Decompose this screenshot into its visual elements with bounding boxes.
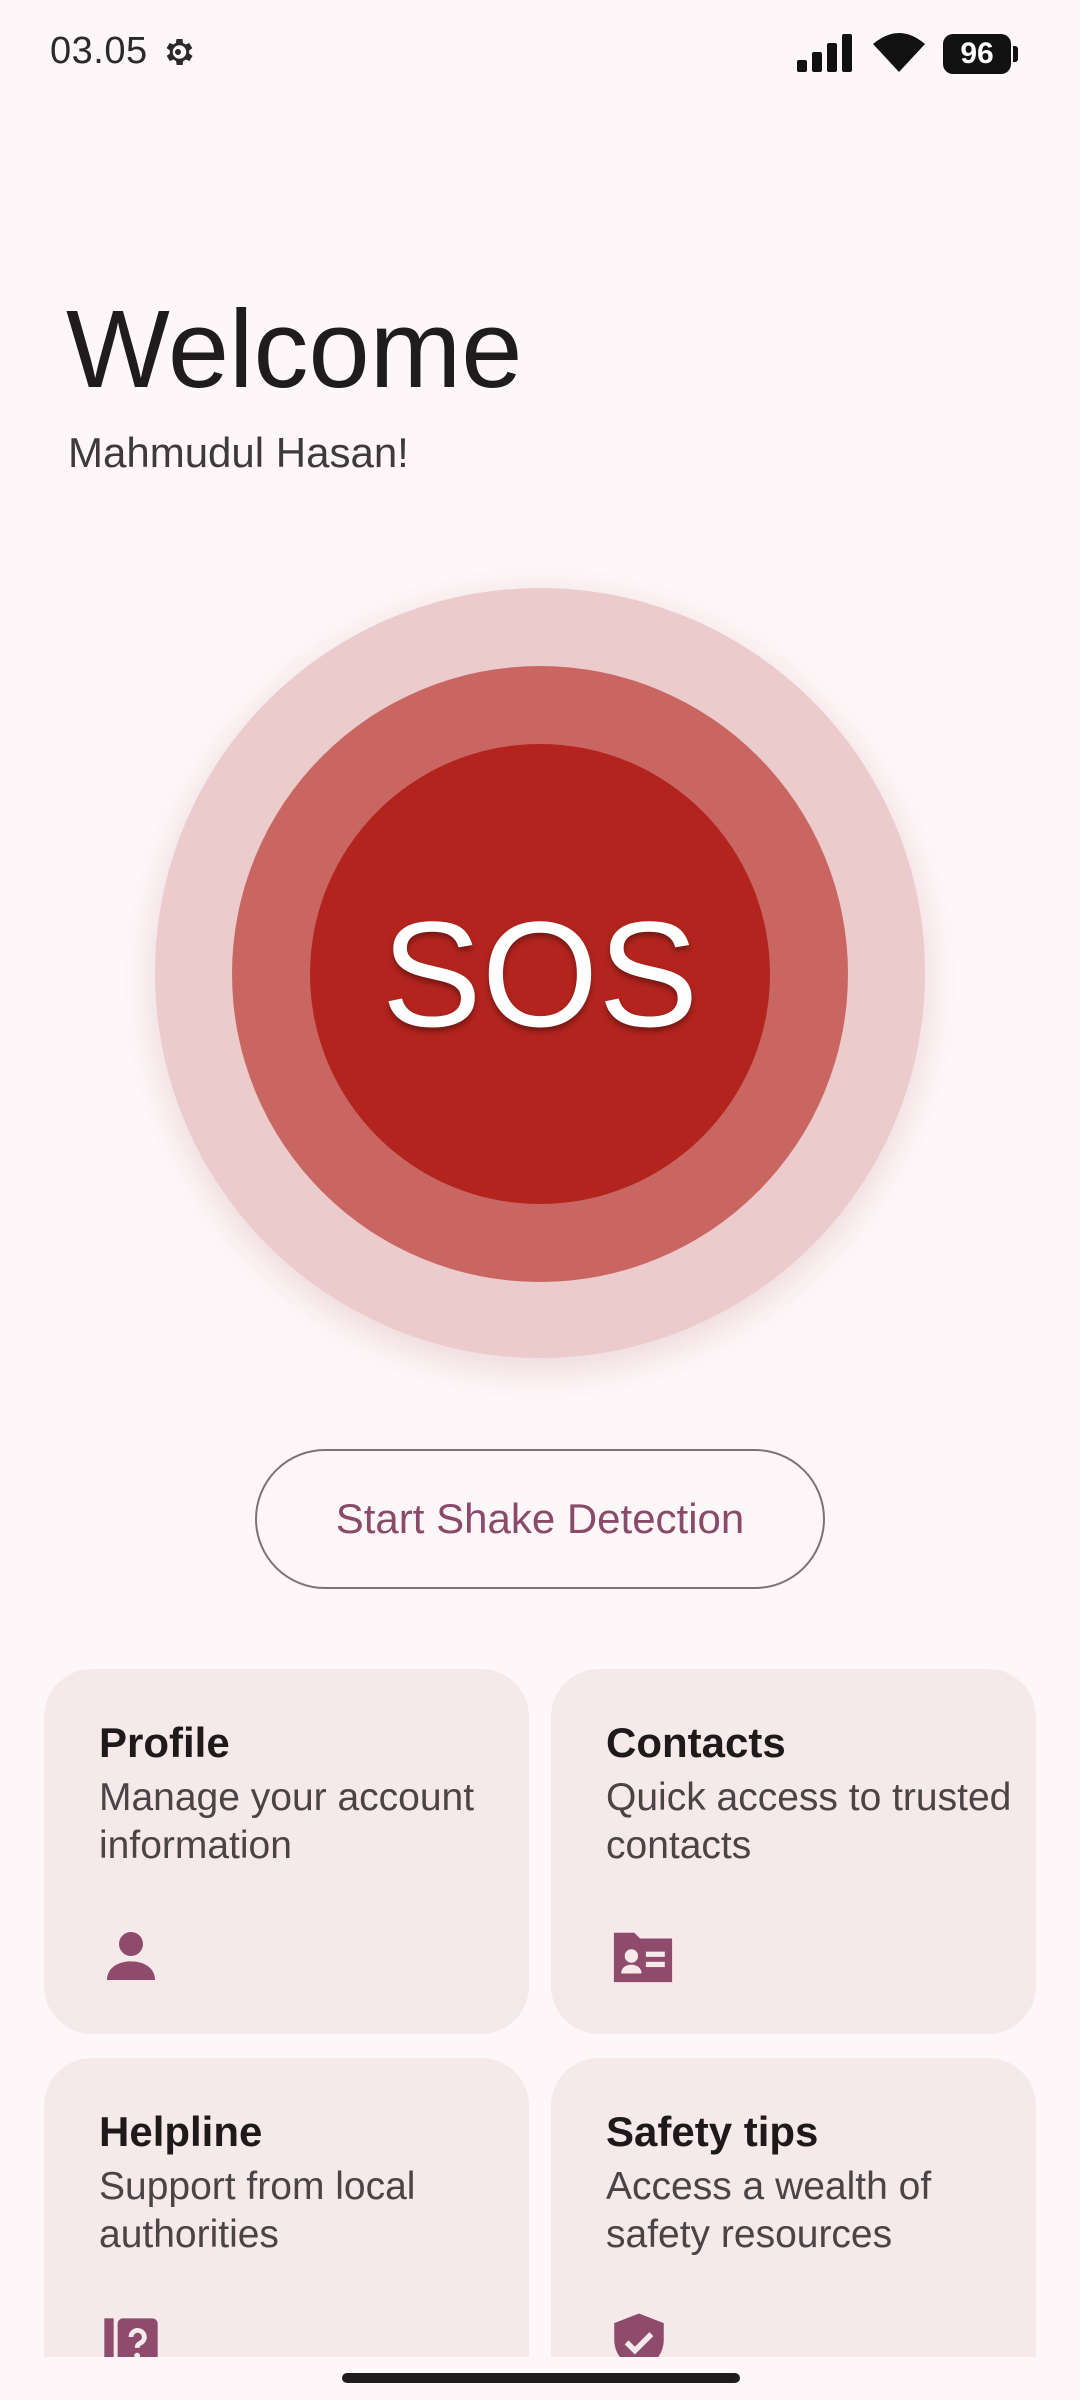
card-description: Access a wealth of safety resources [606,2165,932,2256]
sos-button[interactable]: SOS [310,744,770,1204]
battery-level: 96 [943,34,1011,74]
card-description: Support from local authorities [99,2165,416,2256]
battery-cap [1013,46,1018,62]
status-bar: 03.05 96 [0,0,1080,110]
wifi-icon [873,33,925,72]
helpline-card[interactable]: Helpline Support from local authorities [44,2058,529,2400]
contact-card-icon [613,1932,673,1983]
battery-icon: 96 [943,34,1019,74]
person-icon [107,1932,155,1980]
start-shake-detection-button[interactable]: Start Shake Detection [255,1449,825,1589]
home-indicator[interactable] [342,2373,740,2383]
sos-label: SOS [381,890,699,1058]
welcome-user-name: Mahmudul Hasan! [68,429,409,476]
profile-card[interactable]: Profile Manage your account information [44,1669,529,2034]
welcome-title: Welcome [66,288,523,411]
card-description: Quick access to trusted contacts [606,1776,1012,1867]
safety-tips-card[interactable]: Safety tips Access a wealth of safety re… [551,2058,1036,2400]
signal-icon [797,34,852,72]
gear-icon [166,38,193,66]
status-time: 03.05 [50,30,148,72]
card-title: Safety tips [606,2108,819,2155]
card-description: Manage your account information [99,1776,475,1867]
card-title: Profile [99,1719,230,1766]
card-title: Contacts [606,1719,786,1766]
card-title: Helpline [99,2108,263,2155]
contacts-card[interactable]: Contacts Quick access to trusted contact… [551,1669,1036,2034]
